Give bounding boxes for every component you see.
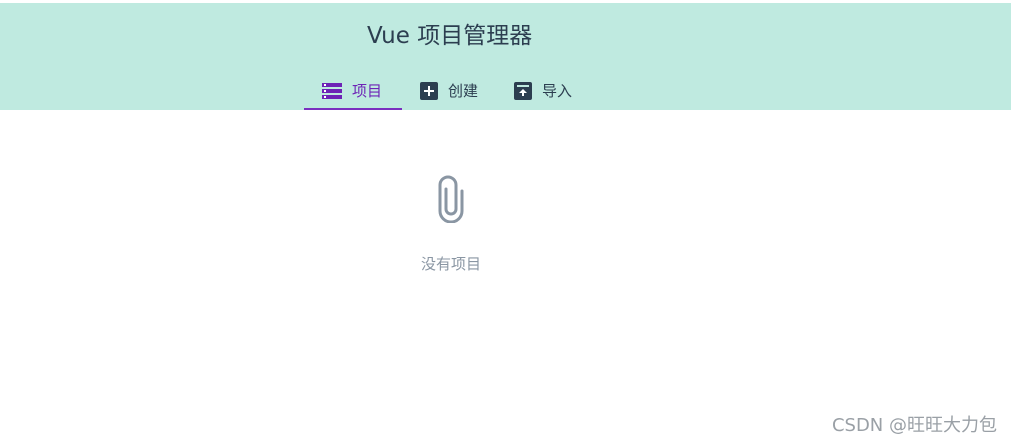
app-header: Vue 项目管理器 项目 创建 导入 bbox=[0, 3, 1011, 110]
tab-import[interactable]: 导入 bbox=[496, 71, 590, 110]
watermark: CSDN @旺旺大力包 bbox=[831, 415, 997, 436]
tab-projects-label: 项目 bbox=[352, 82, 383, 100]
add-box-icon bbox=[420, 81, 438, 100]
list-icon bbox=[322, 82, 342, 99]
paperclip-icon bbox=[400, 175, 502, 227]
empty-message: 没有项目 bbox=[420, 255, 481, 273]
empty-state: 没有项目 bbox=[400, 175, 502, 274]
tab-import-label: 导入 bbox=[542, 82, 573, 100]
tab-create-label: 创建 bbox=[448, 82, 479, 100]
tab-bar: 项目 创建 导入 bbox=[304, 71, 590, 110]
import-box-icon bbox=[514, 81, 533, 100]
tab-projects[interactable]: 项目 bbox=[304, 71, 402, 110]
tab-create[interactable]: 创建 bbox=[402, 71, 496, 110]
app-title: Vue 项目管理器 bbox=[367, 23, 533, 49]
